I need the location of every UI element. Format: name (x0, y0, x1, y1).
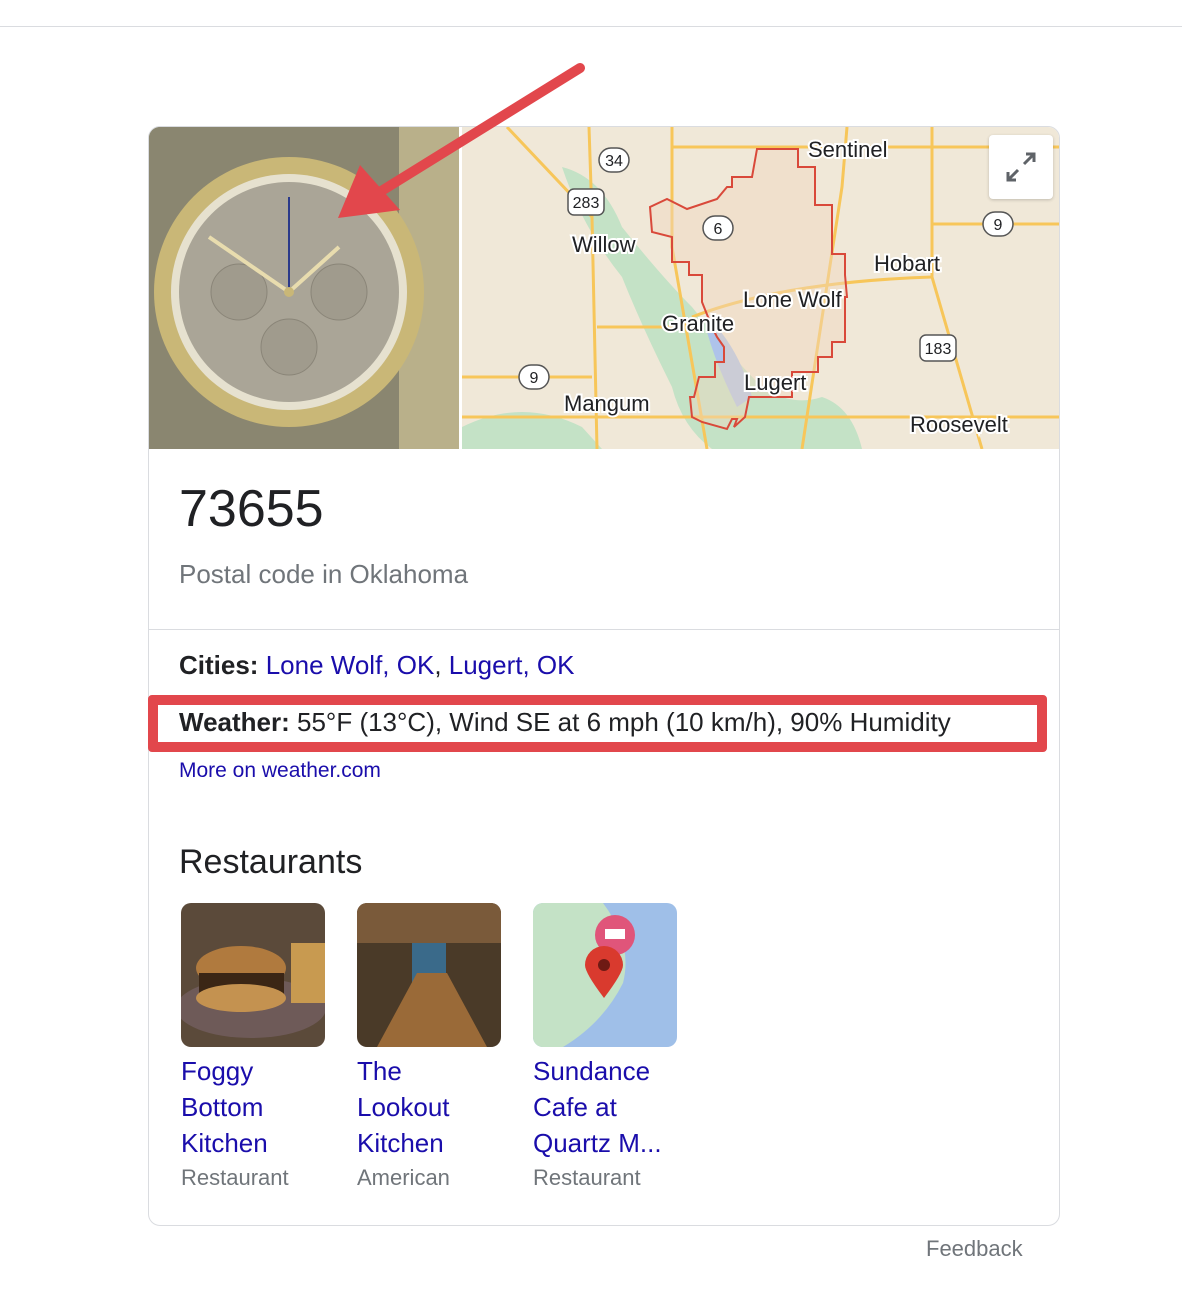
restaurant-type: American (357, 1165, 450, 1190)
feedback-link[interactable]: Feedback (926, 1236, 1023, 1262)
restaurant-photo[interactable] (357, 903, 501, 1047)
weather-highlight-box (148, 695, 1047, 752)
city-link-lugert[interactable]: Lugert, OK (449, 650, 575, 680)
route-shield: 283 (573, 195, 600, 212)
restaurant-name[interactable]: Sundance Cafe at Quartz M... (533, 1053, 683, 1161)
map[interactable]: Sentinel Willow Hobart Lone Wolf Granite… (462, 127, 1059, 450)
map-label: Granite (662, 311, 734, 336)
restaurant-map[interactable] (533, 903, 677, 1047)
divider (149, 629, 1059, 630)
top-divider (0, 26, 1182, 27)
route-shield: 183 (925, 341, 952, 358)
watch-image[interactable] (149, 127, 459, 449)
page-title: 73655 (179, 480, 324, 538)
map-label: Mangum (564, 391, 650, 416)
expand-map-button[interactable] (989, 135, 1053, 199)
map-label: Roosevelt (910, 412, 1008, 437)
restaurant-name[interactable]: The Lookout Kitchen (357, 1053, 467, 1161)
restaurants-heading: Restaurants (179, 843, 363, 881)
restaurant-photo[interactable] (181, 903, 325, 1047)
map-label: Willow (572, 232, 636, 257)
restaurant-card[interactable]: Foggy Bottom Kitchen Restaurant (181, 903, 331, 1191)
map-label: Lugert (744, 370, 806, 395)
route-shield: 9 (994, 217, 1003, 234)
cities-label: Cities: (179, 650, 259, 680)
map-label: Sentinel (808, 137, 888, 162)
route-shield: 34 (605, 153, 623, 170)
route-shield: 9 (530, 370, 539, 387)
expand-arrows-icon (1006, 152, 1036, 182)
map-label: Lone Wolf (743, 287, 843, 312)
map-label: Hobart (874, 251, 940, 276)
route-shield: 6 (714, 221, 723, 238)
restaurant-card[interactable]: Sundance Cafe at Quartz M... Restaurant (533, 903, 683, 1191)
page-subtitle: Postal code in Oklahoma (179, 559, 469, 589)
restaurant-type: Restaurant (181, 1165, 289, 1190)
restaurant-name[interactable]: Foggy Bottom Kitchen (181, 1053, 281, 1161)
knowledge-panel: Sentinel Willow Hobart Lone Wolf Granite… (148, 126, 1060, 1226)
more-weather-link[interactable]: More on weather.com (179, 759, 381, 783)
restaurant-type: Restaurant (533, 1165, 641, 1190)
restaurant-card[interactable]: The Lookout Kitchen American (357, 903, 507, 1191)
separator: , (434, 650, 449, 680)
city-link-lone-wolf[interactable]: Lone Wolf, OK (266, 650, 435, 680)
cities-row: Cities: Lone Wolf, OK, Lugert, OK (179, 650, 575, 681)
